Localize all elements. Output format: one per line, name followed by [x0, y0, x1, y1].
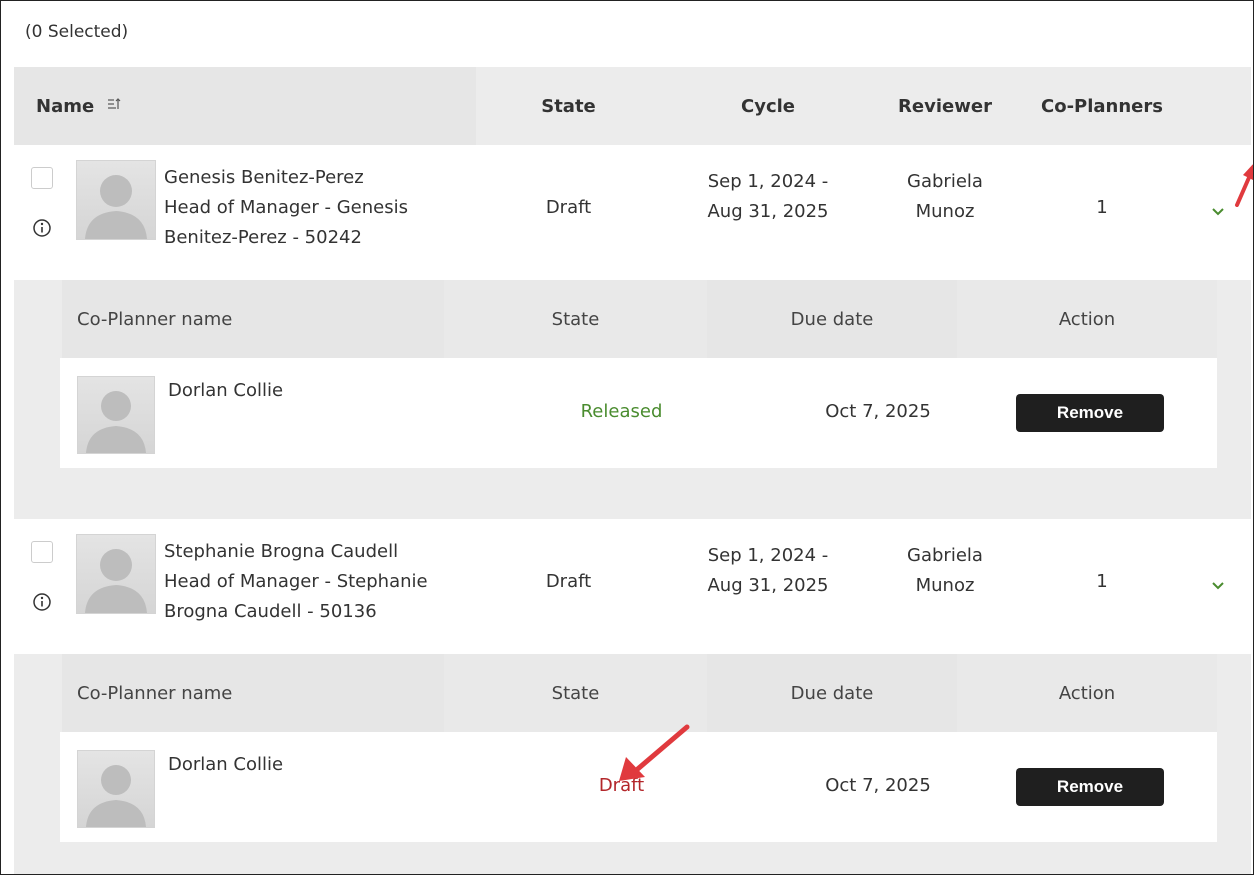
reviewer-first-name: Gabriela — [907, 171, 983, 192]
sort-icon[interactable] — [106, 96, 122, 117]
plan-owner-info: Stephanie Brogna Caudell Head of Manager… — [164, 537, 428, 627]
reviewer-last-name: Munoz — [915, 201, 975, 222]
chevron-down-icon[interactable] — [1211, 202, 1225, 221]
co-planner-panel: Co-Planner name State Due date Action Do… — [14, 280, 1251, 519]
plan-title-line1: Head of Manager - Genesis — [164, 197, 408, 218]
column-header-cycle: Cycle — [741, 95, 795, 117]
table-row: Genesis Benitez-Perez Head of Manager - … — [14, 145, 1251, 280]
plans-table-panel: (0 Selected) Name State Cycle Reviewer C… — [0, 0, 1254, 875]
co-planners-count: 1 — [1096, 197, 1108, 218]
column-header-name-label: Name — [36, 95, 95, 117]
co-planner-header-due-date: Due date — [707, 280, 957, 358]
plan-cycle-end: Aug 31, 2025 — [707, 201, 829, 222]
co-planner-header-due-date: Due date — [707, 654, 957, 732]
co-planner-header-name: Co-Planner name — [62, 280, 444, 358]
avatar — [76, 160, 156, 240]
co-planner-state: Draft — [598, 775, 645, 796]
reviewer-first-name: Gabriela — [907, 545, 983, 566]
row-checkbox[interactable] — [31, 541, 53, 563]
co-planner-header-action: Action — [957, 654, 1217, 732]
co-planner-header-name: Co-Planner name — [62, 654, 444, 732]
co-planner-header-action: Action — [957, 280, 1217, 358]
avatar — [76, 534, 156, 614]
co-planner-header-state: State — [444, 654, 707, 732]
column-header-name[interactable]: Name — [14, 67, 476, 145]
info-icon[interactable] — [32, 592, 52, 616]
plan-title-line1: Head of Manager - Stephanie — [164, 571, 428, 592]
remove-button[interactable]: Remove — [1016, 394, 1164, 432]
plan-reviewer: Gabriela Munoz — [875, 541, 1015, 601]
row-checkbox[interactable] — [31, 167, 53, 189]
plan-cycle: Sep 1, 2024 - Aug 31, 2025 — [661, 541, 875, 601]
plan-owner-name[interactable]: Stephanie Brogna Caudell — [164, 537, 428, 567]
avatar — [77, 376, 155, 454]
co-planner-due-date: Oct 7, 2025 — [825, 775, 931, 796]
plan-title-line2: Benitez-Perez - 50242 — [164, 227, 362, 248]
co-planner-state: Released — [580, 401, 663, 422]
plan-state: Draft — [545, 571, 592, 592]
co-planner-name: Dorlan Collie — [168, 754, 284, 775]
selected-count: (0 Selected) — [25, 22, 129, 42]
plan-cycle-start: Sep 1, 2024 - — [707, 545, 829, 566]
co-planner-name: Dorlan Collie — [168, 380, 284, 401]
column-header-expand — [1189, 67, 1251, 145]
column-header-reviewer: Reviewer — [898, 95, 992, 117]
column-header-co-planners: Co-Planners — [1041, 95, 1163, 117]
co-planner-panel: Co-Planner name State Due date Action Do… — [14, 654, 1251, 874]
co-planner-due-date: Oct 7, 2025 — [825, 401, 931, 422]
table-header: Name State Cycle Reviewer Co-Planners — [14, 67, 1251, 145]
co-planners-count: 1 — [1096, 571, 1108, 592]
avatar — [77, 750, 155, 828]
reviewer-last-name: Munoz — [915, 575, 975, 596]
info-icon[interactable] — [32, 218, 52, 242]
plan-title-line2: Brogna Caudell - 50136 — [164, 601, 377, 622]
co-planner-row: Dorlan Collie Draft Oct 7, 2025 Remove — [60, 732, 1217, 842]
plan-cycle-end: Aug 31, 2025 — [707, 575, 829, 596]
plan-owner-name[interactable]: Genesis Benitez-Perez — [164, 163, 408, 193]
co-planner-header-state: State — [444, 280, 707, 358]
chevron-down-icon[interactable] — [1211, 576, 1225, 595]
plan-owner-info: Genesis Benitez-Perez Head of Manager - … — [164, 163, 408, 253]
plan-cycle: Sep 1, 2024 - Aug 31, 2025 — [661, 167, 875, 227]
table-row: Stephanie Brogna Caudell Head of Manager… — [14, 519, 1251, 654]
co-planner-row: Dorlan Collie Released Oct 7, 2025 Remov… — [60, 358, 1217, 468]
plan-cycle-start: Sep 1, 2024 - — [707, 171, 829, 192]
remove-button[interactable]: Remove — [1016, 768, 1164, 806]
column-header-state: State — [541, 95, 596, 117]
plan-state: Draft — [545, 197, 592, 218]
plan-reviewer: Gabriela Munoz — [875, 167, 1015, 227]
